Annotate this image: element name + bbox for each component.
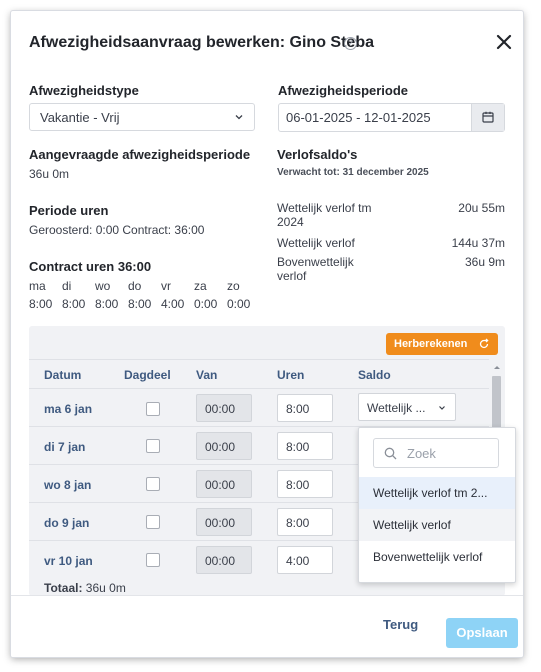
requested-period-value: 36u 0m — [29, 167, 70, 181]
day-part-checkbox[interactable] — [146, 402, 160, 416]
calendar-button[interactable] — [471, 104, 504, 131]
absence-type-value: Vakantie - Vrij — [40, 110, 120, 125]
balance-name-cont: 2024 — [277, 215, 304, 229]
balances-expected: Verwacht tot: 31 december 2025 — [277, 167, 429, 178]
back-button[interactable]: Terug — [383, 617, 418, 632]
dialog-title: Afwezigheidsaanvraag bewerken: Gino Steb… — [29, 34, 374, 51]
absence-period-value: 06-01-2025 - 12-01-2025 — [286, 110, 431, 125]
calendar-icon — [482, 111, 494, 123]
hours-field[interactable]: 4:00 — [277, 546, 333, 574]
col-from-header: Van — [196, 368, 218, 382]
from-time-field: 00:00 — [196, 394, 252, 422]
day-part-checkbox[interactable] — [146, 515, 160, 529]
from-time-field: 00:00 — [196, 432, 252, 460]
col-part-header: Dagdeel — [124, 368, 171, 382]
day-part-checkbox[interactable] — [146, 439, 160, 453]
chevron-down-icon — [439, 406, 445, 410]
balance-value: 20u 55m — [458, 201, 505, 215]
day-hours: 0:00 — [227, 297, 251, 311]
balance-row: Wettelijk verlof 144u 37m — [277, 236, 505, 250]
dropdown-search-input[interactable]: Zoek — [373, 438, 499, 468]
day-part-checkbox[interactable] — [146, 477, 160, 491]
absence-type-label: Afwezigheidstype — [29, 83, 139, 98]
hours-field[interactable]: 8:00 — [277, 394, 333, 422]
header-divider — [29, 359, 489, 360]
recalculate-button[interactable]: Herberekenen — [386, 333, 498, 355]
col-date-header: Datum — [44, 368, 82, 382]
refresh-icon — [479, 338, 489, 349]
dropdown-option[interactable]: Wettelijk verlof — [359, 509, 515, 541]
save-button[interactable]: Opslaan — [446, 618, 518, 648]
absence-type-select[interactable]: Vakantie - Vrij — [29, 103, 255, 131]
from-time-field: 00:00 — [196, 470, 252, 498]
row-date: wo 8 jan — [44, 478, 92, 492]
balances-label: Verlofsaldo's — [277, 147, 358, 162]
period-hours-label: Periode uren — [29, 203, 109, 218]
hours-field[interactable]: 8:00 — [277, 432, 333, 460]
day-label: zo — [227, 279, 240, 293]
scrollbar-thumb[interactable] — [492, 376, 501, 428]
total-label: Totaal: — [44, 581, 83, 595]
day-part-checkbox[interactable] — [146, 553, 160, 567]
search-placeholder: Zoek — [407, 446, 436, 461]
dropdown-option[interactable]: Wettelijk verlof tm 2... — [359, 477, 515, 509]
row-date: vr 10 jan — [44, 554, 93, 568]
dropdown-option[interactable]: Bovenwettelijk verlof — [359, 541, 515, 573]
balance-row: Wettelijk verlof tm 2024 20u 55m — [277, 201, 505, 229]
question-circle-icon[interactable]: ? — [344, 37, 357, 50]
hours-field[interactable]: 8:00 — [277, 508, 333, 536]
col-balance-header: Saldo — [358, 368, 391, 382]
hours-field[interactable]: 8:00 — [277, 470, 333, 498]
period-hours-value: Geroosterd: 0:00 Contract: 36:00 — [29, 223, 205, 237]
balance-name-cont: verlof — [277, 269, 307, 283]
balance-select[interactable]: Wettelijk ... — [358, 393, 456, 421]
search-icon — [384, 447, 397, 460]
from-time-field: 00:00 — [196, 508, 252, 536]
chevron-down-icon — [235, 115, 243, 120]
requested-period-label: Aangevraagde afwezigheidsperiode — [29, 147, 251, 162]
col-hours-header: Uren — [277, 368, 305, 382]
balance-dropdown-menu: Zoek Wettelijk verlof tm 2... Wettelijk … — [358, 427, 516, 583]
row-date: di 7 jan — [44, 440, 86, 454]
total-hours: Totaal: 36u 0m — [44, 581, 126, 595]
absence-period-label: Afwezigheidsperiode — [278, 83, 409, 98]
total-value: 36u 0m — [85, 581, 126, 595]
row-date: ma 6 jan — [44, 402, 93, 416]
balance-value: 144u 37m — [451, 236, 505, 250]
absence-period-input[interactable]: 06-01-2025 - 12-01-2025 — [278, 103, 505, 132]
balance-value: 36u 9m — [464, 255, 505, 269]
recalculate-label: Herberekenen — [394, 338, 468, 350]
row-date: do 9 jan — [44, 516, 90, 530]
contract-hours-label: Contract uren 36:00 — [29, 259, 152, 274]
from-time-field: 00:00 — [196, 546, 252, 574]
edit-absence-dialog: Afwezigheidsaanvraag bewerken: Gino Steb… — [11, 11, 523, 657]
balance-row: Bovenwettelijk verlof 36u 9m — [277, 255, 505, 283]
balance-select-value: Wettelijk ... — [367, 401, 426, 415]
close-icon[interactable] — [495, 33, 513, 51]
